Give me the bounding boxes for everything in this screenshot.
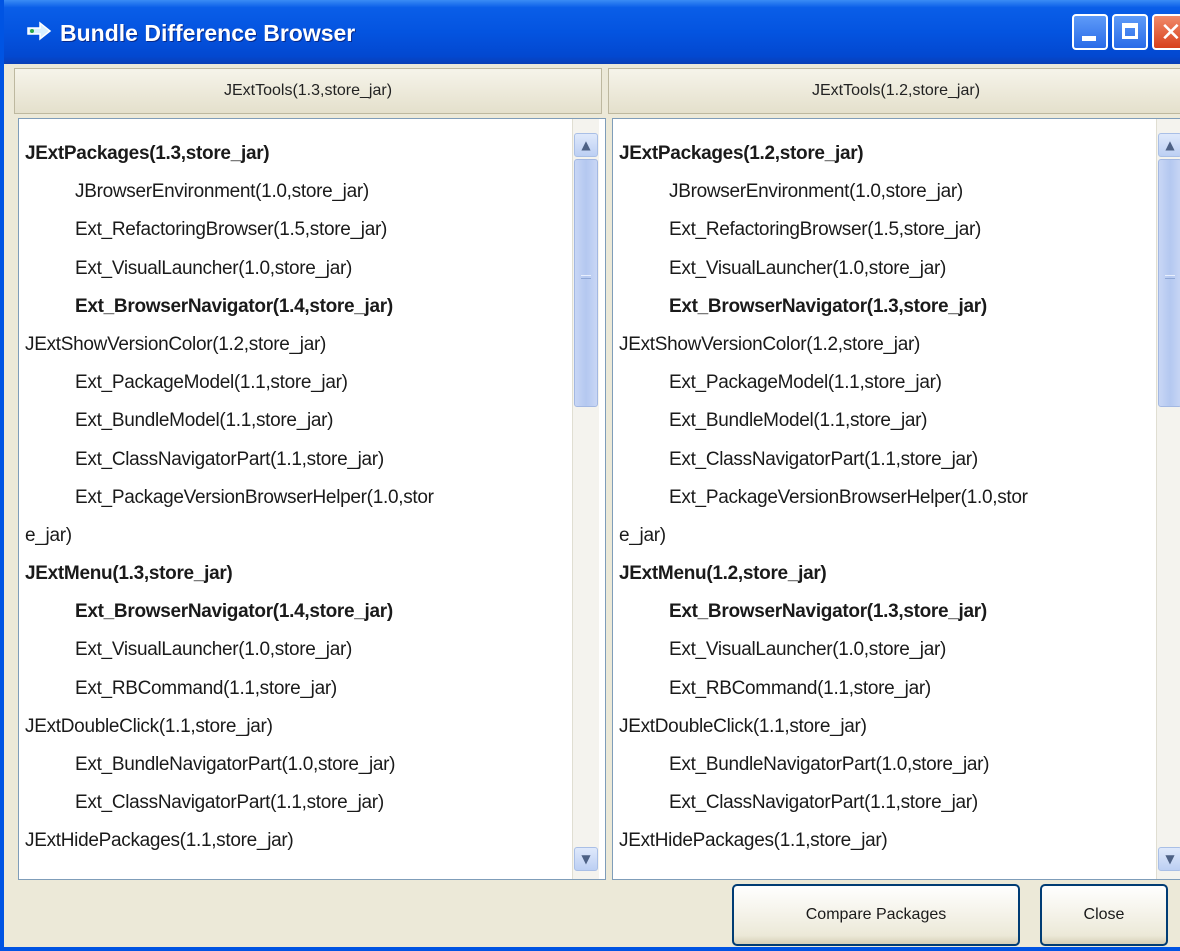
package-line[interactable]: Ext_RBCommand(1.1,store_jar) [613,670,1149,708]
left-package-list[interactable]: JExtPackages(1.3,store_jar) JBrowserEnvir… [18,118,606,880]
left-scrollbar[interactable]: ▲ ▼ [572,119,599,879]
package-line[interactable]: Ext_PackageVersionBrowserHelper(1.0,stor [19,479,571,517]
package-line[interactable]: JExtPackages(1.2,store_jar) [613,135,1149,173]
title-bar[interactable]: Bundle Difference Browser ✕ [4,0,1180,64]
bundle-difference-browser-window: Bundle Difference Browser ✕ JExtTools(1.… [0,0,1180,951]
compare-packages-button[interactable]: Compare Packages [732,884,1020,946]
scroll-up-icon[interactable]: ▲ [574,133,598,157]
package-line[interactable]: JExtMenu(1.2,store_jar) [613,555,1149,593]
close-button[interactable]: Close [1040,884,1168,946]
scroll-up-icon[interactable]: ▲ [1158,133,1180,157]
package-line[interactable]: Ext_RBCommand(1.1,store_jar) [19,670,571,708]
package-line[interactable]: JExtPackages(1.3,store_jar) [19,135,571,173]
package-line[interactable]: Ext_BrowserNavigator(1.3,store_jar) [613,288,1149,326]
right-version-header: JExtTools(1.2,store_jar) [608,68,1180,114]
package-line[interactable]: JExtDoubleClick(1.1,store_jar) [19,708,571,746]
close-window-button[interactable]: ✕ [1152,14,1180,50]
package-line[interactable]: JExtMenu(1.3,store_jar) [19,555,571,593]
package-line[interactable]: Ext_PackageModel(1.1,store_jar) [613,364,1149,402]
package-line[interactable]: e_jar) [19,517,571,555]
left-lines: JExtPackages(1.3,store_jar) JBrowserEnvir… [19,135,571,861]
package-line[interactable]: Ext_ClassNavigatorPart(1.1,store_jar) [19,441,571,479]
package-line[interactable]: Ext_RefactoringBrowser(1.5,store_jar) [613,211,1149,249]
left-version-header: JExtTools(1.3,store_jar) [14,68,602,114]
package-line[interactable]: Ext_BrowserNavigator(1.3,store_jar) [613,593,1149,631]
package-line[interactable]: Ext_VisualLauncher(1.0,store_jar) [613,250,1149,288]
package-line[interactable]: Ext_VisualLauncher(1.0,store_jar) [613,631,1149,669]
package-line[interactable]: JExtHidePackages(1.1,store_jar) [19,822,571,860]
package-line[interactable]: Ext_ClassNavigatorPart(1.1,store_jar) [19,784,571,822]
right-lines: JExtPackages(1.2,store_jar) JBrowserEnvir… [613,135,1149,861]
scroll-down-icon[interactable]: ▼ [574,847,598,871]
package-line[interactable]: Ext_BundleNavigatorPart(1.0,store_jar) [613,746,1149,784]
package-line[interactable]: Ext_RefactoringBrowser(1.5,store_jar) [19,211,571,249]
scroll-thumb[interactable] [1158,159,1180,407]
bundle-diff-icon [27,21,52,41]
package-line[interactable]: Ext_VisualLauncher(1.0,store_jar) [19,631,571,669]
package-line[interactable]: Ext_BundleModel(1.1,store_jar) [613,402,1149,440]
package-line[interactable]: Ext_ClassNavigatorPart(1.1,store_jar) [613,441,1149,479]
package-line[interactable]: Ext_BrowserNavigator(1.4,store_jar) [19,288,571,326]
package-line[interactable]: JExtShowVersionColor(1.2,store_jar) [613,326,1149,364]
package-line[interactable]: JBrowserEnvironment(1.0,store_jar) [19,173,571,211]
right-scrollbar[interactable]: ▲ ▼ [1156,119,1180,879]
package-line[interactable]: Ext_PackageModel(1.1,store_jar) [19,364,571,402]
package-line[interactable]: JBrowserEnvironment(1.0,store_jar) [613,173,1149,211]
package-line[interactable]: Ext_VisualLauncher(1.0,store_jar) [19,250,571,288]
window-title: Bundle Difference Browser [60,20,356,46]
right-package-list[interactable]: JExtPackages(1.2,store_jar) JBrowserEnvir… [612,118,1180,880]
package-line[interactable]: Ext_BundleModel(1.1,store_jar) [19,402,571,440]
close-icon: ✕ [1160,18,1180,48]
scroll-thumb[interactable] [574,159,598,407]
package-line[interactable]: e_jar) [613,517,1149,555]
package-line[interactable]: Ext_BrowserNavigator(1.4,store_jar) [19,593,571,631]
grip-icon [581,275,591,279]
package-line[interactable]: Ext_ClassNavigatorPart(1.1,store_jar) [613,784,1149,822]
package-line[interactable]: Ext_BundleNavigatorPart(1.0,store_jar) [19,746,571,784]
minimize-icon [1082,36,1096,41]
package-line[interactable]: JExtDoubleClick(1.1,store_jar) [613,708,1149,746]
package-line[interactable]: JExtShowVersionColor(1.2,store_jar) [19,326,571,364]
minimize-button[interactable] [1072,14,1108,50]
maximize-button[interactable] [1112,14,1148,50]
maximize-icon [1122,23,1138,39]
package-line[interactable]: Ext_PackageVersionBrowserHelper(1.0,stor [613,479,1149,517]
grip-icon [1165,275,1175,279]
scroll-down-icon[interactable]: ▼ [1158,847,1180,871]
package-line[interactable]: JExtHidePackages(1.1,store_jar) [613,822,1149,860]
